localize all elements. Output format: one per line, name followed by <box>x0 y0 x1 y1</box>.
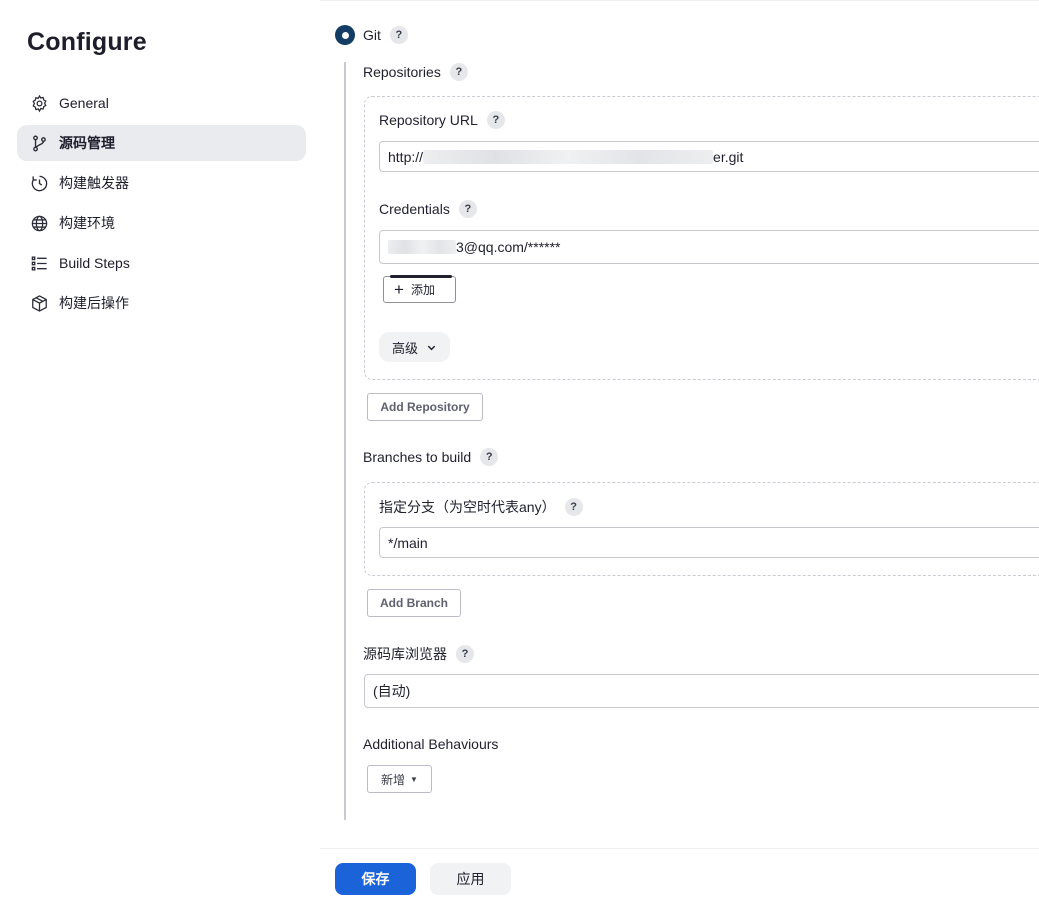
caret-down-icon: ▼ <box>410 774 418 784</box>
repository-url-input[interactable]: http:// er.git <box>379 141 1039 172</box>
advanced-label: 高级 <box>392 340 419 356</box>
repositories-help-icon[interactable]: ? <box>449 63 468 81</box>
bottom-action-bar: 保存 应用 <box>320 848 1039 905</box>
redacted-text <box>388 240 456 254</box>
credentials-help-icon[interactable]: ? <box>458 200 477 218</box>
divider <box>390 275 452 278</box>
repository-browser-label-text: 源码库浏览器 <box>363 646 447 662</box>
sidebar-item-label: 构建环境 <box>59 215 115 231</box>
sidebar-item-label: 构建后操作 <box>59 295 129 311</box>
sidebar-item-scm[interactable]: 源码管理 <box>17 125 306 161</box>
repository-browser-help-icon[interactable]: ? <box>456 645 474 663</box>
main-content: Git ? Repositories ? Repository URL ? ht… <box>320 0 1039 905</box>
branch-specifier-help-icon[interactable]: ? <box>564 498 583 516</box>
repository-url-prefix: http:// <box>388 148 424 165</box>
branch-specifier-label: 指定分支（为空时代表any） ? <box>379 497 583 517</box>
git-label: Git <box>363 27 381 43</box>
branch-specifier-label-text: 指定分支（为空时代表any） <box>379 499 556 515</box>
branch-icon <box>29 133 49 153</box>
plus-icon: + <box>394 280 404 299</box>
branches-label: Branches to build ? <box>363 448 499 466</box>
sidebar-item-post-build[interactable]: 构建后操作 <box>17 285 306 321</box>
repository-url-label: Repository URL ? <box>379 111 505 129</box>
add-behaviour-button[interactable]: 新增 ▼ <box>367 765 432 793</box>
add-behaviour-label: 新增 <box>381 772 406 787</box>
gear-icon <box>29 93 49 113</box>
sidebar-item-label: 构建触发器 <box>59 175 129 191</box>
sidebar-item-environment[interactable]: 构建环境 <box>17 205 306 241</box>
credentials-select[interactable]: 3@qq.com/****** <box>379 230 1039 264</box>
repository-group: Repository URL ? http:// er.git Credenti… <box>364 96 1039 380</box>
additional-behaviours-label: Additional Behaviours <box>363 736 498 752</box>
git-help-icon[interactable]: ? <box>389 26 408 44</box>
repository-url-suffix: er.git <box>713 148 744 165</box>
branch-specifier-input[interactable]: */main <box>379 527 1039 558</box>
redacted-text <box>423 149 714 164</box>
branches-label-text: Branches to build <box>363 449 472 465</box>
sidebar-item-label: 源码管理 <box>59 135 115 151</box>
globe-icon <box>29 213 49 233</box>
add-credentials-button[interactable]: + 添加 <box>383 275 456 303</box>
repository-url-label-text: Repository URL <box>379 112 478 128</box>
git-radio[interactable] <box>335 25 355 45</box>
divider <box>320 0 1039 1</box>
additional-behaviours-label-text: Additional Behaviours <box>363 736 499 752</box>
sidebar: Configure General 源码管理 构建触发器 构建环境 Build … <box>0 0 320 904</box>
scm-git-option[interactable]: Git ? <box>335 25 408 45</box>
sidebar-nav: General 源码管理 构建触发器 构建环境 Build Steps 构建后操… <box>17 85 306 325</box>
sidebar-item-label: General <box>59 95 109 111</box>
clock-icon <box>29 173 49 193</box>
package-icon <box>29 293 49 313</box>
repository-browser-select[interactable]: (自动) <box>364 674 1039 708</box>
chevron-down-icon <box>426 342 437 353</box>
section-line <box>344 62 346 820</box>
sidebar-item-triggers[interactable]: 构建触发器 <box>17 165 306 201</box>
add-repository-button[interactable]: Add Repository <box>367 393 483 421</box>
add-credentials-label: 添加 <box>410 283 435 297</box>
sidebar-item-general[interactable]: General <box>17 85 306 121</box>
repository-browser-label: 源码库浏览器 ? <box>363 644 474 664</box>
add-branch-button[interactable]: Add Branch <box>367 589 461 617</box>
repositories-label-text: Repositories <box>363 64 441 80</box>
repositories-label: Repositories ? <box>363 63 468 81</box>
branch-group: 指定分支（为空时代表any） ? */main <box>364 482 1039 576</box>
page-title: Configure <box>27 28 147 56</box>
credentials-label-text: Credentials <box>379 201 450 217</box>
advanced-button[interactable]: 高级 <box>379 332 451 362</box>
apply-button[interactable]: 应用 <box>430 863 511 895</box>
credentials-label: Credentials ? <box>379 200 477 218</box>
list-icon <box>29 253 49 273</box>
branches-help-icon[interactable]: ? <box>480 448 499 466</box>
save-button[interactable]: 保存 <box>335 863 416 895</box>
sidebar-item-label: Build Steps <box>59 255 130 271</box>
repository-url-help-icon[interactable]: ? <box>486 111 505 129</box>
credentials-value: 3@qq.com/****** <box>456 239 561 255</box>
sidebar-item-build-steps[interactable]: Build Steps <box>17 245 306 281</box>
